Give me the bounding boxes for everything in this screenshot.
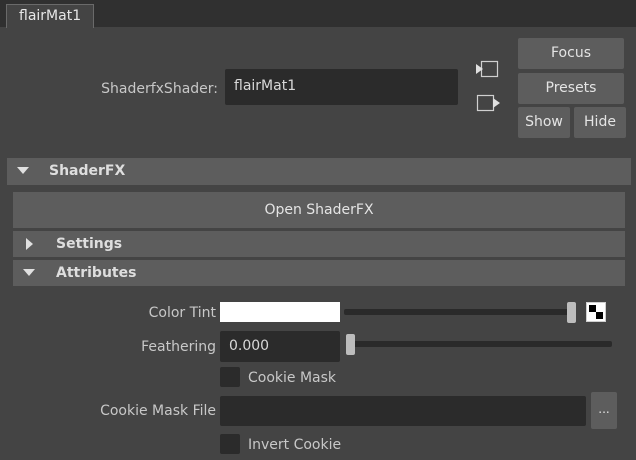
browse-file-button[interactable]: ... bbox=[591, 392, 617, 429]
feathering-label: Feathering bbox=[141, 339, 216, 355]
cookie-mask-file-field[interactable] bbox=[220, 396, 586, 426]
invert-cookie-label: Invert Cookie bbox=[248, 437, 342, 453]
attributes-section-title: Attributes bbox=[56, 265, 137, 281]
cookie-mask-checkbox[interactable] bbox=[220, 367, 240, 387]
presets-button[interactable]: Presets bbox=[518, 73, 624, 104]
show-button[interactable]: Show bbox=[518, 107, 570, 138]
invert-cookie-checkbox[interactable] bbox=[220, 434, 240, 454]
shader-type-label: ShaderfxShader: bbox=[101, 81, 218, 97]
feathering-slider-handle[interactable] bbox=[346, 334, 355, 355]
tab-flairmat1[interactable]: flairMat1 bbox=[6, 4, 95, 28]
cookie-mask-file-label: Cookie Mask File bbox=[100, 403, 216, 419]
collapse-arrow-icon bbox=[17, 167, 29, 174]
settings-section-header[interactable]: Settings bbox=[13, 231, 625, 257]
focus-button[interactable]: Focus bbox=[518, 38, 624, 69]
color-tint-slider-handle[interactable] bbox=[567, 302, 576, 323]
shaderfx-section-title: ShaderFX bbox=[49, 163, 126, 179]
attributes-section-header[interactable]: Attributes bbox=[13, 260, 625, 286]
settings-section-title: Settings bbox=[56, 236, 123, 252]
feathering-slider-track[interactable] bbox=[346, 341, 612, 347]
tab-strip: flairMat1 bbox=[0, 0, 636, 28]
cookie-mask-label: Cookie Mask bbox=[248, 370, 337, 386]
output-connection-icon[interactable] bbox=[474, 92, 502, 114]
color-tint-swatch[interactable] bbox=[220, 302, 340, 322]
hide-button[interactable]: Hide bbox=[574, 107, 626, 138]
expand-arrow-icon bbox=[26, 238, 33, 250]
input-connection-icon[interactable] bbox=[474, 58, 500, 80]
texture-map-icon[interactable] bbox=[586, 302, 606, 322]
collapse-arrow-icon bbox=[23, 269, 35, 276]
feathering-value-field[interactable]: 0.000 bbox=[220, 331, 340, 362]
color-tint-label: Color Tint bbox=[148, 305, 216, 321]
color-tint-slider-track[interactable] bbox=[344, 309, 576, 315]
open-shaderfx-button[interactable]: Open ShaderFX bbox=[13, 192, 625, 228]
shaderfx-section-header[interactable]: ShaderFX bbox=[7, 158, 631, 185]
shader-name-field[interactable]: flairMat1 bbox=[225, 69, 458, 105]
